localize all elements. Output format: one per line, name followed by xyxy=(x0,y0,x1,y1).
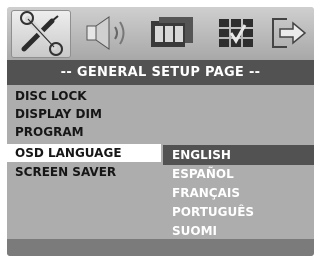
icon-bar xyxy=(7,7,314,60)
menu-item-disc-lock[interactable]: DISC LOCK xyxy=(7,87,161,105)
menu-item-screen-saver[interactable]: SCREEN SAVER xyxy=(7,163,161,181)
speaker-icon[interactable] xyxy=(81,11,133,55)
film-icon[interactable] xyxy=(145,11,197,55)
footer-bar xyxy=(7,239,314,256)
page-title: -- GENERAL SETUP PAGE -- xyxy=(7,60,314,85)
option-suomi[interactable]: SUOMI xyxy=(163,221,314,241)
option-francais[interactable]: FRANÇAIS xyxy=(163,183,314,203)
menu-item-osd-language[interactable]: OSD LANGUAGE xyxy=(7,144,161,162)
option-english[interactable]: ENGLISH xyxy=(163,145,314,165)
osd-window: -- GENERAL SETUP PAGE -- DISC LOCK DISPL… xyxy=(7,7,314,256)
option-espanol[interactable]: ESPAÑOL xyxy=(163,164,314,184)
menu-item-program[interactable]: PROGRAM xyxy=(7,123,161,141)
setup-tools-icon[interactable] xyxy=(11,10,71,58)
menu-item-display-dim[interactable]: DISPLAY DIM xyxy=(7,105,161,123)
option-portugues[interactable]: PORTUGUÊS xyxy=(163,202,314,222)
exit-arrow-icon[interactable] xyxy=(267,11,311,55)
checkbox-grid-icon[interactable] xyxy=(209,11,261,55)
